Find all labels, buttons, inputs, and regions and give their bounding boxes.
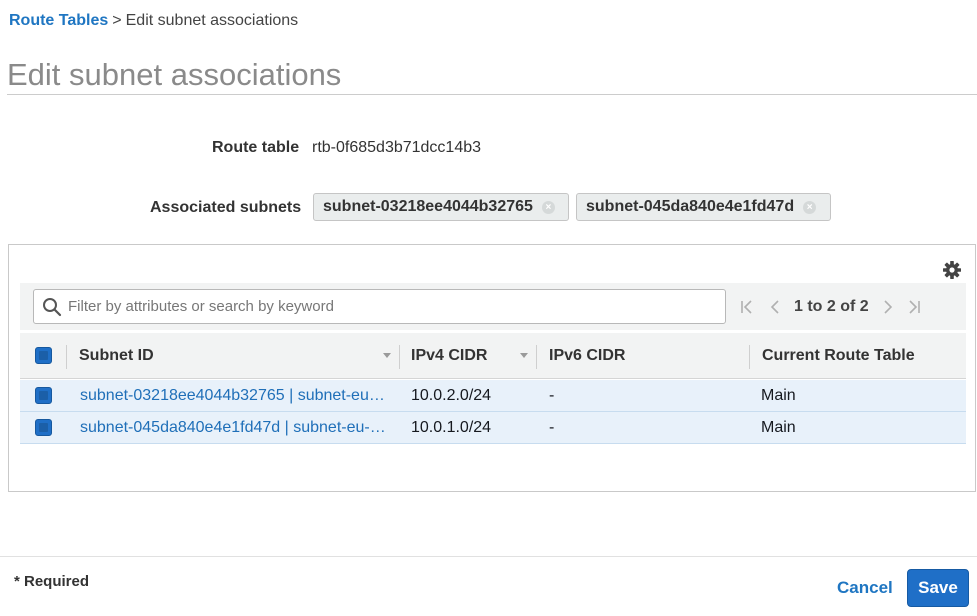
cancel-button[interactable]: Cancel — [837, 578, 893, 598]
row-checkbox[interactable] — [35, 387, 52, 404]
search-input[interactable] — [68, 298, 725, 315]
gear-icon[interactable] — [942, 260, 962, 280]
ipv6-cidr-cell: - — [549, 387, 555, 404]
remove-icon[interactable]: × — [803, 200, 817, 214]
remove-icon[interactable]: × — [541, 200, 555, 214]
column-header-ipv4-cidr[interactable]: IPv4 CIDR — [411, 333, 487, 379]
row-checkbox[interactable] — [35, 419, 52, 436]
subnet-token-label: subnet-045da840e4e1fd47d — [586, 198, 795, 215]
save-button[interactable]: Save — [907, 569, 969, 607]
column-header-current-route-table[interactable]: Current Route Table — [762, 333, 915, 379]
column-header-subnet-id[interactable]: Subnet ID — [79, 333, 154, 379]
prev-page-icon[interactable] — [766, 297, 784, 317]
title-divider — [7, 94, 977, 95]
ipv4-cidr-cell: 10.0.2.0/24 — [411, 387, 492, 404]
sort-caret-icon[interactable] — [520, 353, 528, 358]
breadcrumb-route-tables-link[interactable]: Route Tables — [9, 12, 108, 29]
subnet-token-1[interactable]: subnet-03218ee4044b32765 × — [313, 193, 569, 221]
last-page-icon[interactable] — [905, 297, 923, 317]
sort-caret-icon[interactable] — [383, 353, 391, 358]
column-divider — [749, 345, 750, 369]
ipv4-cidr-cell: 10.0.1.0/24 — [411, 419, 492, 436]
subnet-token-2[interactable]: subnet-045da840e4e1fd47d × — [576, 193, 831, 221]
required-note: * Required — [14, 573, 90, 590]
first-page-icon[interactable] — [738, 297, 756, 317]
search-box[interactable] — [33, 289, 726, 324]
next-page-icon[interactable] — [879, 297, 897, 317]
breadcrumb: Route Tables > Edit subnet associations — [9, 11, 298, 31]
route-table-label: Route table — [212, 139, 300, 156]
column-divider — [536, 345, 537, 369]
subnet-token-label: subnet-03218ee4044b32765 — [323, 198, 533, 215]
associated-subnets-label: Associated subnets — [150, 199, 302, 216]
breadcrumb-separator: > — [112, 12, 122, 29]
route-table-cell: Main — [761, 387, 796, 404]
ipv6-cidr-cell: - — [549, 419, 555, 436]
subnet-id-link[interactable]: subnet-03218ee4044b32765 | subnet-eu… — [80, 380, 385, 412]
page-title: Edit subnet associations — [7, 57, 342, 92]
subnet-id-link[interactable]: subnet-045da840e4e1fd47d | subnet-eu-… — [80, 412, 386, 444]
route-table-cell: Main — [761, 419, 796, 436]
search-icon — [43, 297, 62, 316]
route-table-value: rtb-0f685d3b71dcc14b3 — [312, 139, 482, 156]
select-all-checkbox[interactable] — [35, 347, 52, 364]
pagination-text: 1 to 2 of 2 — [794, 298, 869, 315]
breadcrumb-current: Edit subnet associations — [125, 12, 299, 29]
footer-divider — [0, 556, 977, 557]
column-divider — [399, 345, 400, 369]
column-header-ipv6-cidr[interactable]: IPv6 CIDR — [549, 333, 625, 379]
column-divider — [66, 345, 67, 369]
pagination: 1 to 2 of 2 — [738, 296, 923, 318]
